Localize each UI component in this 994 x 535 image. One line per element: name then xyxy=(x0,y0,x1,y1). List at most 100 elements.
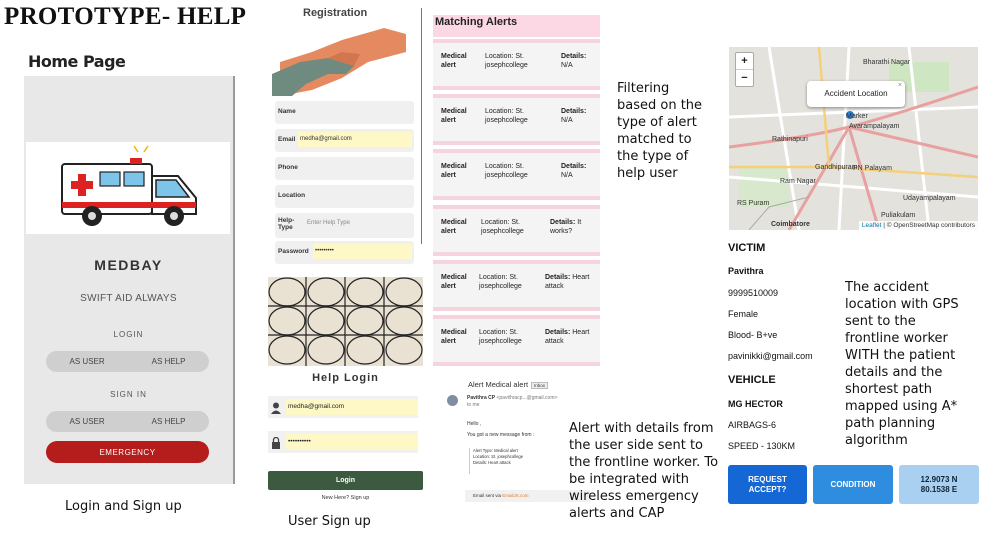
leaflet-link[interactable]: Leaflet xyxy=(862,222,882,229)
zoom-in-button[interactable]: + xyxy=(736,53,753,70)
map-place: Puliakulam xyxy=(881,212,916,219)
alert-type: Medical alert xyxy=(441,274,467,290)
alert-location: Location: St. josephcollege xyxy=(481,219,524,235)
map-place: Ram Nagar xyxy=(780,178,816,185)
home-page-heading: Home Page xyxy=(28,52,126,71)
alert-details-label: Details: xyxy=(561,108,587,115)
signin-toggle: AS USER AS HELP xyxy=(46,411,209,432)
alert-card[interactable]: Medical alert Location: St. josephcolleg… xyxy=(433,260,600,311)
map-place: Gandhipuram xyxy=(815,164,858,171)
vehicle-airbags: AIRBAGS-6 xyxy=(728,420,777,430)
alert-details: N/A xyxy=(561,172,573,179)
name-field[interactable]: Name xyxy=(275,101,414,124)
email-field[interactable]: Email medha@gmail.com xyxy=(275,129,414,152)
map-place: RS Puram xyxy=(737,200,770,207)
login-as-help-button[interactable]: AS HELP xyxy=(152,357,186,366)
signin-as-help-button[interactable]: AS HELP xyxy=(152,417,186,426)
alert-card[interactable]: Medical alert Location: St. josephcolleg… xyxy=(433,94,600,145)
ambulance-image xyxy=(26,142,230,234)
login-button[interactable]: Login xyxy=(268,471,423,490)
email-footer-label: Email sent via xyxy=(473,493,502,498)
email-caption: Alert with details from the user side se… xyxy=(569,421,719,521)
victim-caption: The accident location with GPS sent to t… xyxy=(845,280,959,448)
email-greeting: Hello , xyxy=(467,421,482,427)
map-place: Udayampalayam xyxy=(903,195,956,202)
inbox-badge[interactable]: Inbox xyxy=(531,382,549,389)
vehicle-speed: SPEED - 130KM xyxy=(728,441,796,451)
popup-label: Accident Location xyxy=(824,89,888,98)
alert-details: N/A xyxy=(561,62,573,69)
help-login-title: Help Login xyxy=(312,372,379,384)
alert-location: Location: St. josephcollege xyxy=(479,329,522,345)
app-name: MEDBAY xyxy=(94,257,163,273)
accident-map[interactable]: + − Accident Location × Marker Bharathi … xyxy=(729,47,978,230)
section-divider xyxy=(421,8,422,244)
home-caption: Login and Sign up xyxy=(65,499,182,514)
location-field[interactable]: Location xyxy=(275,185,414,208)
map-place: Coimbatore xyxy=(771,221,810,228)
coordinates-button[interactable]: 12.9073 N 80.1538 E xyxy=(899,465,979,504)
matching-alerts-title: Matching Alerts xyxy=(435,16,518,28)
vehicle-model: MG HECTOR xyxy=(728,399,783,409)
victim-name: Pavithra xyxy=(728,266,764,276)
login-email-value[interactable]: medha@gmail.com xyxy=(286,399,418,415)
map-place: Rathinapuri xyxy=(772,136,808,143)
emailjs-link[interactable]: EmailJS.com xyxy=(502,493,528,498)
login-as-user-button[interactable]: AS USER xyxy=(70,357,105,366)
signup-link[interactable]: New Here? Sign up xyxy=(268,495,423,501)
registration-title: Registration xyxy=(303,7,368,19)
pattern-graphic xyxy=(268,277,423,366)
email-value[interactable]: medha@gmail.com xyxy=(298,132,412,147)
name-label: Name xyxy=(278,108,296,115)
alert-card[interactable]: Medical alert Location: St. josephcolleg… xyxy=(433,149,600,200)
alert-type: Medical alert xyxy=(441,219,467,235)
alert-card[interactable]: Medical alert Location: St. josephcolleg… xyxy=(433,315,600,366)
login-password-value[interactable]: •••••••••• xyxy=(286,434,418,450)
matching-alerts-header: Matching Alerts xyxy=(433,15,600,37)
emergency-button[interactable]: EMERGENCY xyxy=(46,441,209,463)
help-type-placeholder: Enter Help Type xyxy=(307,220,350,226)
email-sender-address: <pavithracp...@gmail.com> xyxy=(496,395,558,401)
signin-as-user-button[interactable]: AS USER xyxy=(70,417,105,426)
alert-details-label: Details: xyxy=(550,219,576,226)
prototype-title: PROTOTYPE- HELP xyxy=(4,3,247,30)
handshake-image xyxy=(272,22,412,96)
phone-field[interactable]: Phone xyxy=(275,157,414,180)
zoom-out-button[interactable]: − xyxy=(736,70,753,86)
map-place: Avarampalayam xyxy=(849,123,900,130)
alert-type: Medical alert xyxy=(441,53,467,69)
password-field[interactable]: Password ••••••••• xyxy=(275,241,414,264)
condition-button[interactable]: CONDITION xyxy=(813,465,893,504)
handshake-icon xyxy=(272,28,406,96)
popup-close-button[interactable]: × xyxy=(898,73,902,99)
password-label: Password xyxy=(278,248,309,255)
password-value[interactable]: ••••••••• xyxy=(313,244,412,259)
alert-card[interactable]: Medical alert Location: St. josephcolleg… xyxy=(433,205,600,256)
map-zoom-control: + − xyxy=(735,52,754,87)
map-place: PN Palayam xyxy=(853,165,892,172)
alert-details-label: Details: xyxy=(545,329,571,336)
victim-phone: 9999510009 xyxy=(728,288,779,298)
email-details: Details: Heart attack xyxy=(473,460,511,465)
home-phone-screen: MEDBAY SWIFT AID ALWAYS LOGIN AS USER AS… xyxy=(24,76,235,484)
login-toggle: AS USER AS HELP xyxy=(46,351,209,372)
email-sender: Pavithra CP xyxy=(467,395,496,401)
login-password-field[interactable]: •••••••••• xyxy=(268,431,418,453)
user-icon xyxy=(271,401,281,419)
alert-type: Medical alert xyxy=(441,108,467,124)
alert-details-label: Details: xyxy=(545,274,571,281)
request-accept-button[interactable]: REQUEST ACCEPT? xyxy=(728,465,807,504)
alert-details-label: Details: xyxy=(561,163,587,170)
alert-location: Location: St. josephcollege xyxy=(485,163,528,179)
app-tagline: SWIFT AID ALWAYS xyxy=(80,293,177,304)
alert-location: Location: St. josephcollege xyxy=(485,108,528,124)
phone-label: Phone xyxy=(278,164,298,171)
help-type-label: Help-Type xyxy=(278,217,295,231)
victim-gender: Female xyxy=(728,309,759,319)
login-email-field[interactable]: medha@gmail.com xyxy=(268,396,418,418)
alert-card[interactable]: Medical alert Location: St. josephcolleg… xyxy=(433,39,600,90)
sender-avatar xyxy=(447,395,458,406)
help-type-field[interactable]: Help-Type Enter Help Type xyxy=(275,213,414,238)
email-intro: You got a new message from : xyxy=(467,432,535,438)
marker-label: Marker xyxy=(846,113,868,120)
